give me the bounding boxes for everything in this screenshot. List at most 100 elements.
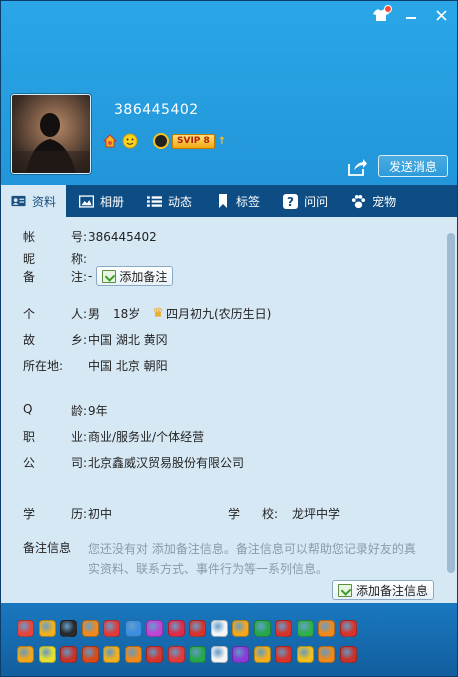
remark-info-title: 备注信息	[23, 541, 72, 555]
close-icon[interactable]	[433, 7, 449, 23]
service-badge-icon[interactable]	[210, 646, 228, 663]
field-label: 职业:	[23, 430, 87, 444]
service-badge-icon[interactable]	[189, 646, 206, 663]
svip-badge-group[interactable]: SVIP 8 ↑	[153, 133, 226, 149]
service-badge-icon[interactable]	[124, 646, 142, 663]
job-value: 商业/服务业/个体经营	[88, 430, 205, 444]
service-badge-icon[interactable]	[81, 620, 99, 637]
profile-window: 386445402 SVIP 8 ↑ 发送消息 资料 相册 动态 标签 ? 问问…	[0, 0, 458, 677]
crown-icon: ♛	[152, 306, 164, 321]
info-row-nickname: 昵称:	[23, 250, 88, 267]
badge-row	[17, 646, 361, 663]
info-row-hometown: 故乡: 中国 湖北 黄冈	[23, 331, 168, 348]
service-badge-icon[interactable]	[318, 620, 335, 637]
svip-badge: SVIP 8	[172, 133, 215, 149]
service-badge-icon[interactable]	[189, 620, 206, 637]
note-icon	[102, 269, 117, 283]
scrollbar-thumb[interactable]	[447, 233, 455, 573]
penguin-icon	[153, 133, 169, 149]
info-row-job: 职业: 商业/服务业/个体经营	[23, 428, 204, 445]
service-badge-icon[interactable]	[275, 620, 292, 637]
remark-info-description: 您还没有对 添加备注信息。备注信息可以帮助您记录好友的真 实资料、联系方式、事件…	[88, 542, 416, 576]
school-value: 龙坪中学	[292, 507, 341, 521]
status-badges	[102, 133, 138, 149]
info-row-account: 帐号: 386445402	[23, 228, 157, 245]
birthday-value: 四月初九(农历生日)	[165, 307, 272, 321]
tab-label: 资料	[32, 194, 57, 209]
service-badge-icon[interactable]	[103, 620, 120, 637]
service-badge-icon[interactable]	[253, 646, 271, 663]
account-value: 386445402	[88, 229, 157, 244]
service-badge-icon[interactable]	[253, 620, 271, 637]
location-value: 中国 北京 朝阳	[88, 359, 168, 373]
tab-label: 宠物	[372, 194, 397, 209]
field-label: 公司:	[23, 456, 87, 470]
badge-bar	[1, 603, 457, 676]
info-row-location: 所在地: 中国 北京 朝阳	[23, 357, 168, 374]
service-badge-icon[interactable]	[103, 646, 120, 663]
service-badge-icon[interactable]	[167, 646, 185, 663]
service-badge-icon[interactable]	[38, 620, 56, 637]
info-row-qage: Q 龄: 9年	[23, 402, 108, 419]
skin-icon[interactable]	[373, 5, 392, 23]
tab-album[interactable]: 相册	[69, 185, 134, 217]
education-value: 初中	[88, 507, 113, 521]
service-badge-icon[interactable]	[167, 620, 185, 637]
qzone-home-icon[interactable]	[102, 133, 118, 149]
service-badge-icon[interactable]	[318, 646, 335, 663]
share-icon[interactable]	[346, 156, 368, 178]
avatar[interactable]	[11, 94, 91, 174]
info-row-remark: 备注: - 添加备注	[23, 266, 174, 286]
add-remark-button[interactable]: 添加备注	[96, 266, 174, 286]
paw-icon	[351, 194, 366, 209]
company-value: 北京鑫威汉贸易股份有限公司	[88, 456, 245, 470]
tab-tags[interactable]: 标签	[205, 185, 270, 217]
scrollbar[interactable]	[447, 233, 455, 573]
service-badge-icon[interactable]	[232, 620, 249, 637]
service-badge-icon[interactable]	[60, 646, 77, 663]
smiley-icon[interactable]	[122, 133, 138, 149]
service-badge-icon[interactable]	[339, 646, 357, 663]
hometown-value: 中国 湖北 黄冈	[88, 333, 168, 347]
tab-profile[interactable]: 资料	[1, 185, 67, 217]
field-label: 帐号:	[23, 230, 87, 244]
service-badge-icon[interactable]	[339, 620, 357, 637]
send-message-button[interactable]: 发送消息	[378, 155, 448, 177]
service-badge-icon[interactable]	[81, 646, 99, 663]
service-badge-icon[interactable]	[17, 646, 34, 663]
add-remark-info-button[interactable]: 添加备注信息	[332, 580, 435, 600]
service-badge-icon[interactable]	[17, 620, 34, 637]
tab-pet[interactable]: 宠物	[341, 185, 406, 217]
remark-info-section: 备注信息 您还没有对 添加备注信息。备注信息可以帮助您记录好友的真 实资料、联系…	[23, 539, 433, 576]
bookmark-icon	[215, 194, 230, 209]
tab-label: 问问	[304, 194, 329, 209]
service-badge-icon[interactable]	[60, 620, 77, 637]
service-badge-icon[interactable]	[146, 620, 163, 637]
list-icon	[147, 194, 163, 209]
service-badge-icon[interactable]	[124, 620, 142, 637]
field-label: 学校:	[228, 507, 278, 521]
field-label: 个人:	[23, 307, 87, 321]
remark-value: -	[88, 269, 93, 283]
field-label: 昵称:	[23, 252, 87, 266]
minimize-icon[interactable]	[403, 7, 419, 23]
tab-label: 标签	[236, 194, 261, 209]
service-badge-icon[interactable]	[275, 646, 292, 663]
service-badge-icon[interactable]	[296, 620, 314, 637]
tab-bar: 资料 相册 动态 标签 ? 问问 宠物	[1, 185, 457, 217]
gender-value: 男	[88, 307, 101, 321]
field-label: 备注:	[23, 269, 87, 284]
tab-feed[interactable]: 动态	[137, 185, 202, 217]
age-value: 18岁	[113, 307, 141, 321]
service-badge-icon[interactable]	[232, 646, 249, 663]
service-badge-icon[interactable]	[210, 620, 228, 637]
tab-label: 动态	[168, 194, 193, 209]
svg-text:?: ?	[287, 195, 294, 209]
photo-icon	[79, 194, 95, 209]
service-badge-icon[interactable]	[38, 646, 56, 663]
tab-label: 相册	[100, 194, 125, 209]
tab-ask[interactable]: ? 问问	[273, 185, 338, 217]
service-badge-icon[interactable]	[146, 646, 163, 663]
service-badge-icon[interactable]	[296, 646, 314, 663]
badge-row	[17, 620, 361, 637]
